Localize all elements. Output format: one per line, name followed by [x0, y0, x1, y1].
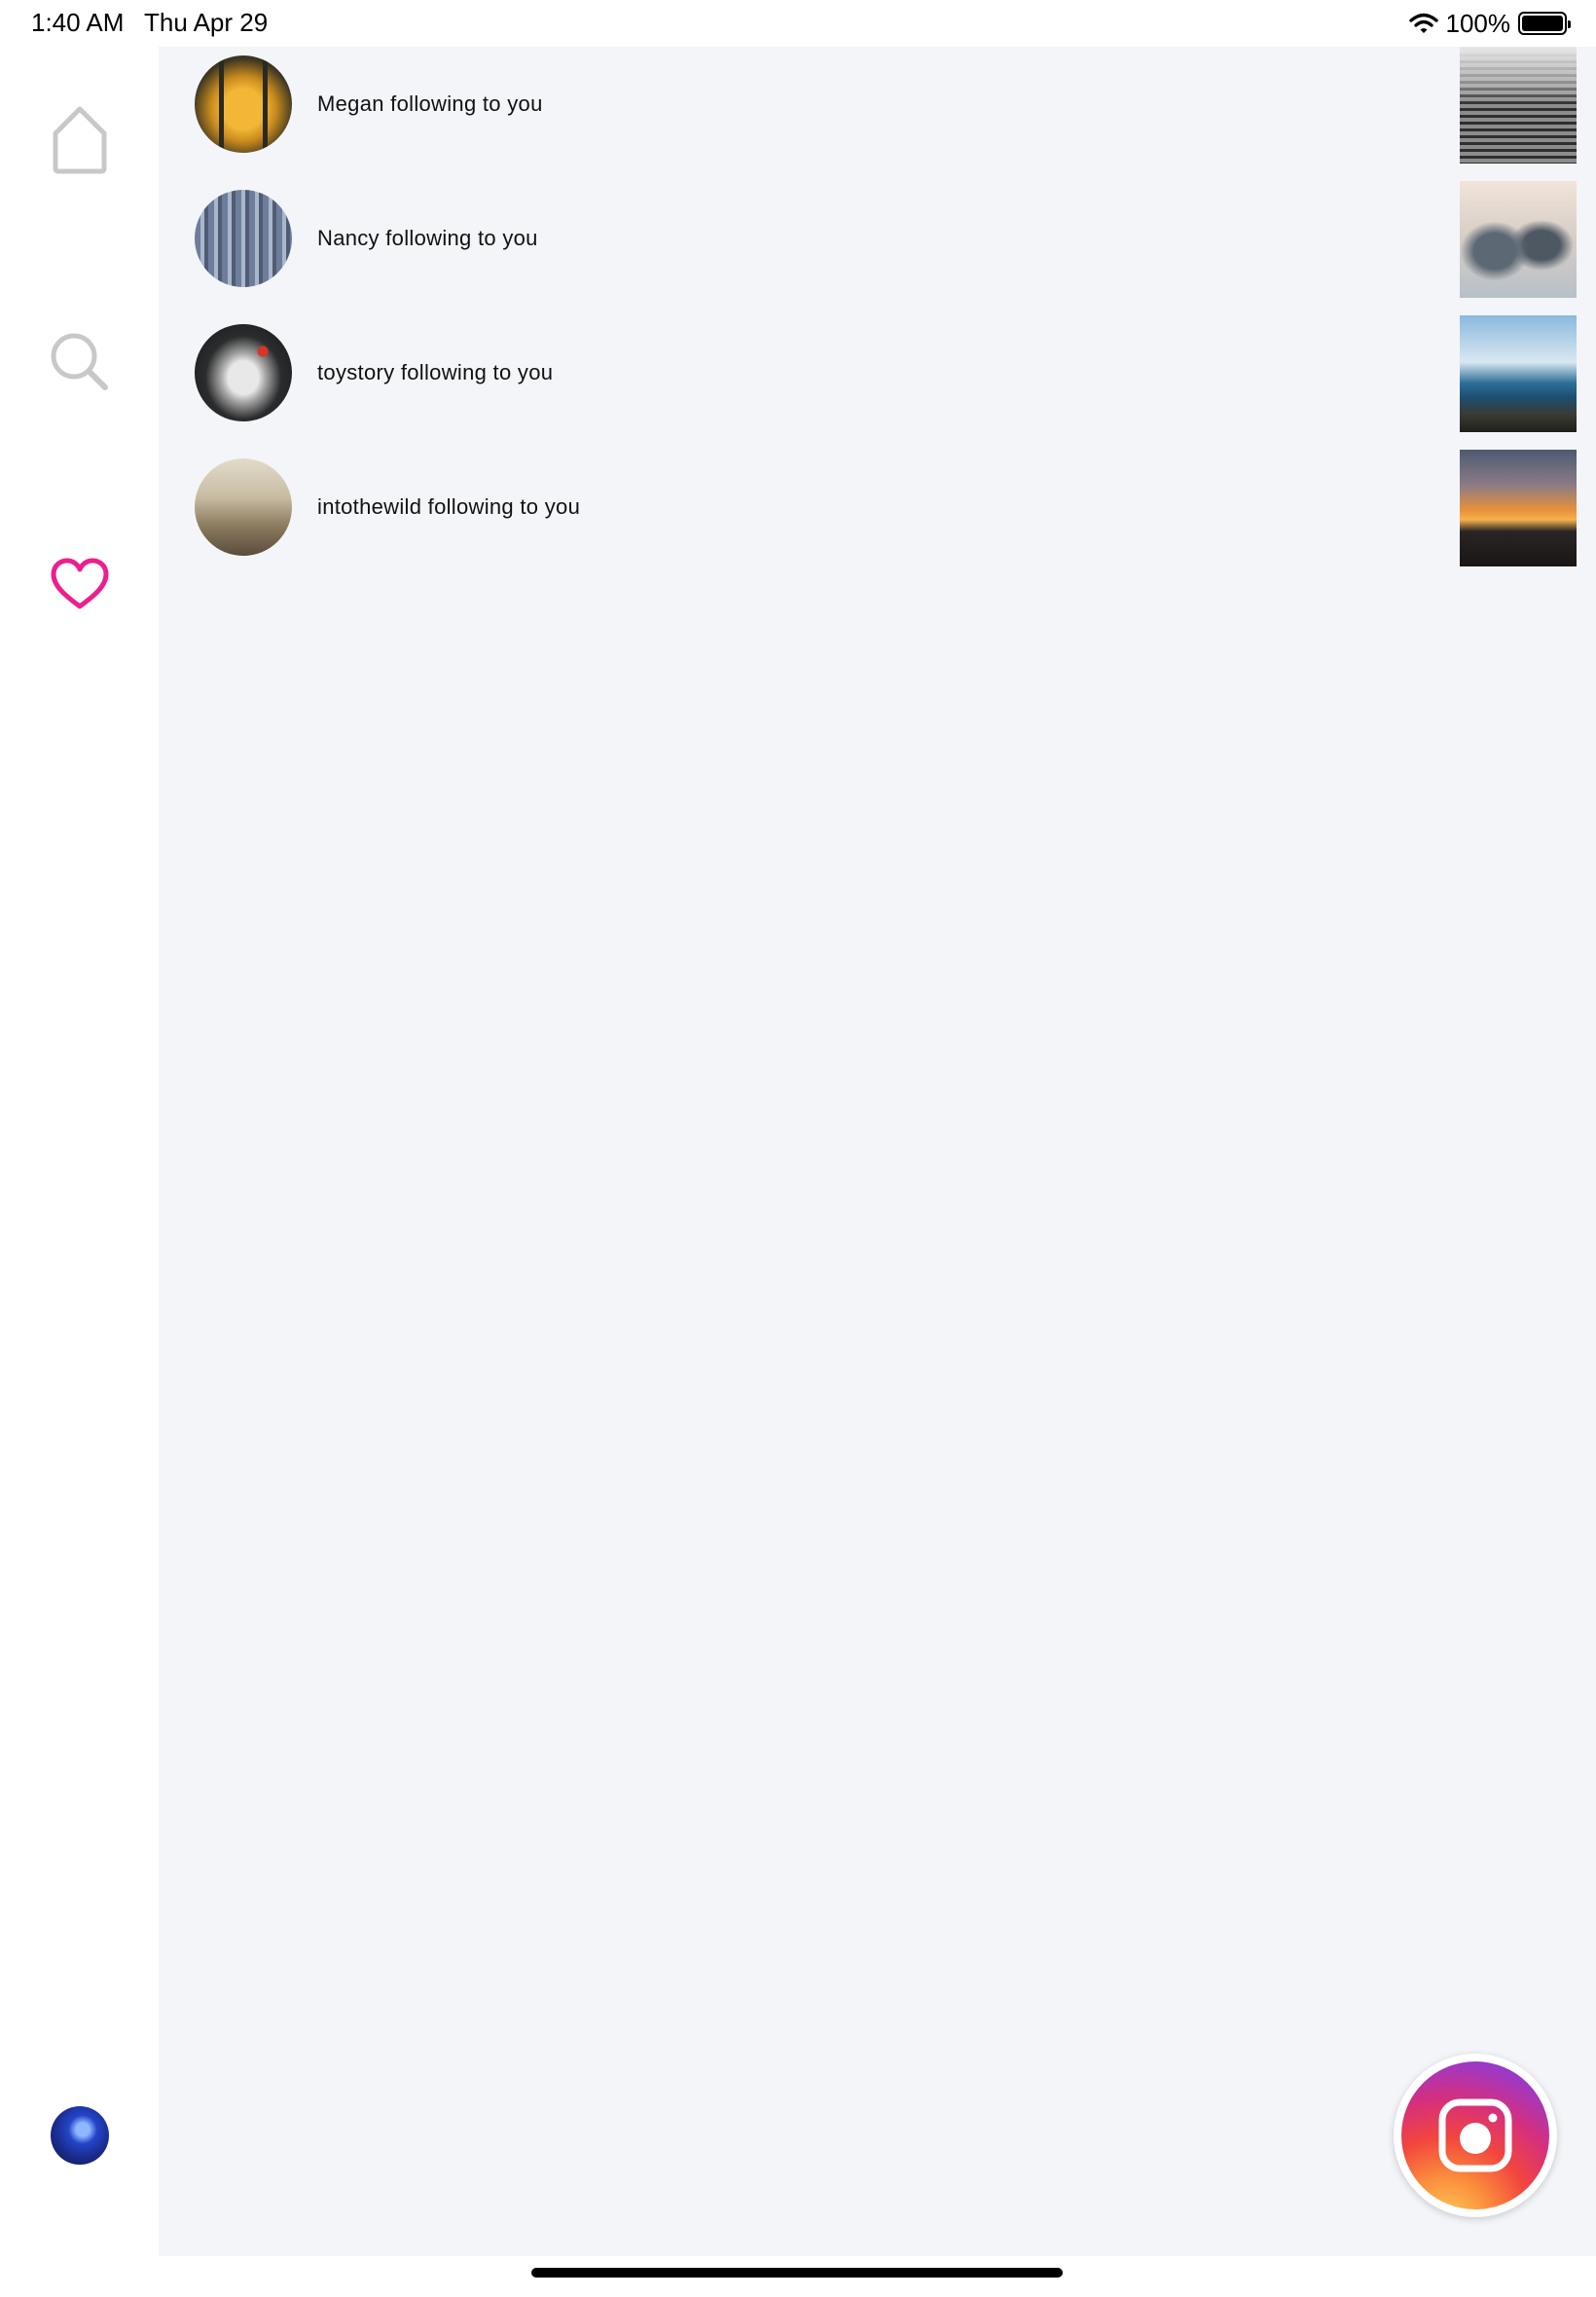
sidebar: [0, 64, 159, 2256]
camera-button-gradient: [1401, 2061, 1549, 2209]
list-item[interactable]: Nancy following to you: [195, 181, 1577, 323]
toystory-avatar[interactable]: [195, 324, 292, 421]
megan-avatar[interactable]: [195, 55, 292, 153]
list-item[interactable]: intothewild following to you: [195, 450, 1577, 592]
status-date: Thu Apr 29: [144, 8, 269, 37]
notification-list: Megan following to you Nancy following t…: [195, 47, 1577, 592]
status-time: 1:40 AM: [31, 8, 125, 37]
home-icon: [53, 106, 107, 174]
sidebar-item-home[interactable]: [41, 101, 119, 179]
snowy-trees-photo[interactable]: [1460, 181, 1577, 298]
battery-percent: 100%: [1445, 8, 1511, 38]
notification-text: Megan following to you: [317, 91, 543, 116]
camera-button[interactable]: [1394, 2054, 1557, 2217]
camera-icon: [1438, 2098, 1512, 2172]
status-indicators: 100%: [1408, 8, 1571, 39]
fog-overlay: [1460, 47, 1577, 105]
list-item[interactable]: toystory following to you: [195, 315, 1577, 457]
status-bar: 1:40 AM Thu Apr 29 100%: [0, 0, 1596, 47]
screen: 1:40 AM Thu Apr 29 100% Megan following …: [0, 0, 1596, 2297]
sidebar-item-search[interactable]: [41, 323, 119, 401]
profile-avatar[interactable]: [51, 2106, 109, 2165]
notification-text: toystory following to you: [317, 360, 554, 384]
battery-icon: [1518, 12, 1571, 35]
nancy-avatar[interactable]: [195, 190, 292, 287]
battery-level: [1522, 16, 1563, 31]
notification-text: Nancy following to you: [317, 226, 538, 250]
sunset-hills-photo[interactable]: [1460, 450, 1577, 566]
home-indicator[interactable]: [531, 2268, 1063, 2278]
heart-icon: [51, 558, 109, 609]
sidebar-item-activity[interactable]: [41, 545, 119, 623]
intothewild-avatar[interactable]: [195, 458, 292, 556]
coastline-photo[interactable]: [1460, 315, 1577, 432]
search-icon: [51, 333, 108, 390]
list-item[interactable]: Megan following to you: [195, 47, 1577, 189]
misty-stairs-photo[interactable]: [1460, 47, 1577, 164]
notification-text: intothewild following to you: [317, 494, 581, 519]
battery-tip: [1568, 20, 1571, 28]
wifi-icon: [1408, 13, 1438, 33]
